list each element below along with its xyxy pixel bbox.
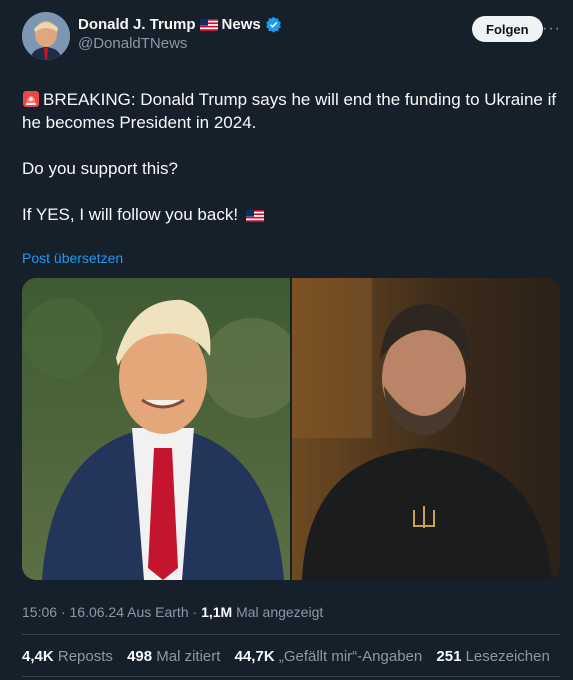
more-options-icon[interactable]: ···	[542, 20, 561, 38]
tweet-media[interactable]	[22, 278, 560, 580]
tweet-line-1: BREAKING: Donald Trump says he will end …	[22, 88, 562, 134]
follow-button[interactable]: Folgen	[472, 16, 543, 42]
reposts-label[interactable]: Reposts	[58, 648, 113, 665]
display-name[interactable]: Donald J. Trump News	[78, 16, 282, 33]
bookmarks-count[interactable]: 251	[436, 648, 461, 665]
views-count: 1,1M	[201, 604, 233, 620]
author-names: Donald J. Trump News @DonaldTNews	[78, 16, 282, 52]
verified-badge-icon	[265, 16, 281, 33]
bookmarks-stat[interactable]: 251 Lesezeichen	[436, 648, 549, 665]
us-flag-icon	[199, 18, 218, 31]
tweet-stats: 4,4K Reposts 498 Mal zitiert 44,7K „Gefä…	[22, 648, 550, 665]
media-image-right[interactable]	[292, 278, 560, 580]
siren-icon	[23, 91, 39, 107]
tweet-date[interactable]: 16.06.24	[70, 604, 125, 620]
tweet-time[interactable]: 15:06	[22, 604, 57, 620]
author-name-suffix[interactable]: News	[222, 16, 261, 33]
meta-separator: ·	[60, 604, 66, 620]
divider	[22, 634, 560, 635]
tweet-header: Donald J. Trump News @DonaldTNews Folgen…	[22, 12, 561, 62]
translate-post-link[interactable]: Post übersetzen	[22, 250, 123, 266]
tweet-line-3-text: If YES, I will follow you back!	[22, 205, 239, 224]
meta-separator: ·	[192, 604, 198, 620]
media-image-left[interactable]	[22, 278, 302, 580]
tweet-line-2: Do you support this?	[22, 159, 178, 178]
bookmarks-label[interactable]: Lesezeichen	[466, 648, 550, 665]
tweet-source: Aus Earth	[127, 604, 189, 620]
likes-label[interactable]: „Gefällt mir“-Angaben	[279, 648, 422, 665]
quotes-count[interactable]: 498	[127, 648, 152, 665]
tweet-text: BREAKING: Donald Trump says he will end …	[22, 88, 562, 249]
reposts-stat[interactable]: 4,4K Reposts	[22, 648, 113, 665]
divider	[22, 676, 560, 677]
quotes-stat[interactable]: 498 Mal zitiert	[127, 648, 220, 665]
reposts-count[interactable]: 4,4K	[22, 648, 54, 665]
tweet-line-1-text: BREAKING: Donald Trump says he will end …	[22, 90, 557, 132]
likes-stat[interactable]: 44,7K „Gefällt mir“-Angaben	[235, 648, 423, 665]
us-flag-icon	[245, 209, 264, 222]
tweet-meta: 15:06 · 16.06.24 Aus Earth · 1,1M Mal an…	[22, 604, 323, 620]
likes-count[interactable]: 44,7K	[235, 648, 275, 665]
tweet-line-3: If YES, I will follow you back!	[22, 203, 562, 226]
views-label: Mal angezeigt	[236, 604, 324, 620]
author-handle[interactable]: @DonaldTNews	[78, 35, 282, 52]
quotes-label[interactable]: Mal zitiert	[156, 648, 220, 665]
author-display-name[interactable]: Donald J. Trump	[78, 16, 196, 33]
avatar[interactable]	[22, 12, 70, 60]
